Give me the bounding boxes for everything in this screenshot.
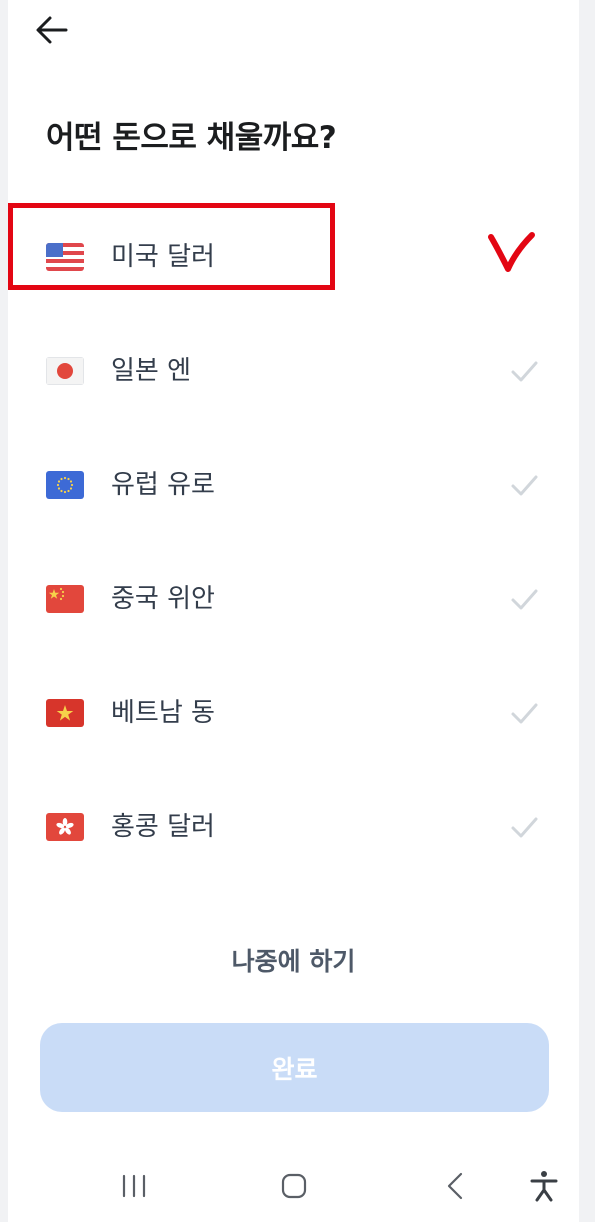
currency-label: 유럽 유로	[111, 470, 215, 500]
currency-label: 홍콩 달러	[111, 812, 215, 842]
system-back-button[interactable]	[436, 1166, 476, 1206]
app-screen: 어떤 돈으로 채울까요? 미국 달러 일본 엔 유럽 유로 중국 위안 베트남 …	[8, 0, 579, 1222]
currency-list: 미국 달러 일본 엔 유럽 유로 중국 위안 베트남 동 홍콩 달러	[8, 199, 579, 883]
hk-flag-icon	[46, 813, 84, 841]
back-button[interactable]	[32, 10, 72, 50]
check-icon	[511, 589, 538, 610]
currency-label: 중국 위안	[111, 584, 215, 614]
currency-item-vnd[interactable]: 베트남 동	[8, 655, 579, 769]
accessibility-button[interactable]	[524, 1166, 564, 1206]
currency-item-eur[interactable]: 유럽 유로	[8, 427, 579, 541]
currency-label: 일본 엔	[111, 356, 192, 386]
annotation-check-mark	[488, 232, 535, 272]
currency-item-jpy[interactable]: 일본 엔	[8, 313, 579, 427]
chevron-left-icon	[447, 1172, 463, 1200]
check-icon	[511, 817, 538, 838]
done-button-label: 완료	[271, 1054, 318, 1084]
check-icon	[511, 475, 538, 496]
currency-item-cny[interactable]: 중국 위안	[8, 541, 579, 655]
arrow-left-icon	[36, 16, 68, 44]
later-link[interactable]: 나중에 하기	[8, 942, 579, 978]
check-icon	[511, 361, 538, 382]
currency-label: 베트남 동	[111, 698, 215, 728]
done-button[interactable]: 완료	[40, 1023, 549, 1112]
eu-flag-icon	[46, 471, 84, 499]
accessibility-icon	[530, 1171, 558, 1202]
recents-button[interactable]	[114, 1166, 154, 1206]
currency-item-usd[interactable]: 미국 달러	[8, 199, 579, 313]
vn-flag-icon	[46, 699, 84, 727]
home-icon	[281, 1173, 307, 1199]
recents-icon	[122, 1174, 146, 1198]
system-nav-bar	[0, 1150, 595, 1222]
page-title: 어떤 돈으로 채울까요?	[46, 120, 337, 156]
us-flag-icon	[46, 243, 84, 271]
currency-label: 미국 달러	[111, 242, 215, 272]
home-button[interactable]	[274, 1166, 314, 1206]
jp-flag-icon	[46, 357, 84, 385]
cn-flag-icon	[46, 585, 84, 613]
check-icon	[511, 703, 538, 724]
currency-item-hkd[interactable]: 홍콩 달러	[8, 769, 579, 883]
